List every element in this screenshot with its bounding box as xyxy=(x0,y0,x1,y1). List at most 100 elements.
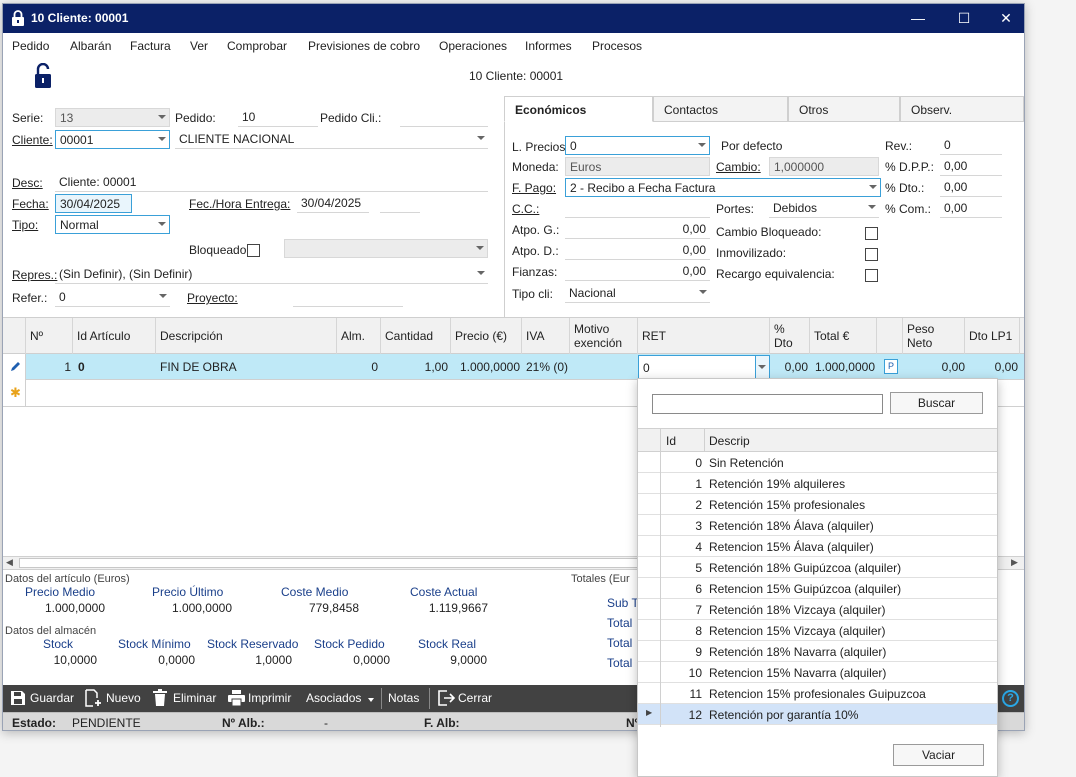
col-dto[interactable]: % Dto xyxy=(770,318,810,354)
menu-operaciones[interactable]: Operaciones xyxy=(439,39,507,53)
nuevo-button[interactable]: Nuevo xyxy=(83,689,143,709)
com-field[interactable]: 0,00 xyxy=(940,199,1002,218)
col-p[interactable] xyxy=(877,318,903,354)
serie-field[interactable]: 13 xyxy=(55,108,170,127)
minimize-button[interactable]: — xyxy=(903,8,933,28)
col-precio[interactable]: Precio (€) xyxy=(451,318,522,354)
repres-label[interactable]: Repres.: xyxy=(12,268,57,282)
col-motivo[interactable]: Motivo exención xyxy=(570,318,638,354)
atpog-field[interactable]: 0,00 xyxy=(565,220,710,239)
atpod-field[interactable]: 0,00 xyxy=(565,241,710,260)
close-button[interactable]: ✕ xyxy=(991,8,1021,28)
cerrar-button[interactable]: Cerrar xyxy=(437,689,497,709)
stock-reservado-value: 1,0000 xyxy=(255,653,292,667)
popup-col-id[interactable]: Id xyxy=(666,434,676,448)
list-item[interactable]: 11 Retencion 15% profesionales Guipuzcoa xyxy=(638,683,997,704)
dpp-field[interactable]: 0,00 xyxy=(940,157,1002,176)
list-item[interactable]: 9 Retención 18% Navarra (alquiler) xyxy=(638,641,997,662)
scrollbar-thumb[interactable] xyxy=(19,558,699,568)
cliente-code-field[interactable]: 00001 xyxy=(55,130,170,149)
entrega-time-field[interactable] xyxy=(380,194,420,213)
col-dto-lp1[interactable]: Dto LP1 xyxy=(965,318,1020,354)
lprecios-select[interactable]: 0 xyxy=(565,136,710,155)
menu-previsiones[interactable]: Previsiones de cobro xyxy=(308,39,420,53)
cell-p-button[interactable]: P xyxy=(884,359,898,374)
menu-ver[interactable]: Ver xyxy=(190,39,208,53)
ret-dropdown-button[interactable] xyxy=(755,356,769,378)
list-item[interactable]: 3 Retención 18% Álava (alquiler) xyxy=(638,515,997,536)
popup-search-input[interactable] xyxy=(652,394,883,414)
refer-field[interactable]: 0 xyxy=(55,288,170,307)
menu-albaran[interactable]: Albarán xyxy=(70,39,111,53)
cc-field[interactable] xyxy=(565,199,710,218)
tipocli-select[interactable]: Nacional xyxy=(565,284,710,303)
help-icon[interactable]: ? xyxy=(1002,690,1019,707)
rev-field[interactable]: 0 xyxy=(940,136,1002,155)
scroll-right-icon[interactable]: ▶ xyxy=(1011,557,1018,568)
col-id-articulo[interactable]: Id Artículo xyxy=(73,318,156,354)
notas-button[interactable]: Notas xyxy=(388,689,424,709)
col-descripcion[interactable]: Descripción xyxy=(156,318,337,354)
cliente-name-field[interactable]: CLIENTE NACIONAL xyxy=(175,130,488,149)
maximize-button[interactable]: ☐ xyxy=(949,8,979,28)
popup-col-desc[interactable]: Descrip xyxy=(709,434,750,448)
cc-label[interactable]: C.C.: xyxy=(512,202,539,216)
col-peso-neto[interactable]: Peso Neto xyxy=(903,318,965,354)
col-cantidad[interactable]: Cantidad xyxy=(381,318,451,354)
recargo-checkbox[interactable] xyxy=(865,269,878,282)
menu-comprobar[interactable]: Comprobar xyxy=(227,39,287,53)
menu-pedido[interactable]: Pedido xyxy=(12,39,49,53)
list-item[interactable]: 4 Retencion 15% Álava (alquiler) xyxy=(638,536,997,557)
fpago-select[interactable]: 2 - Recibo a Fecha Factura xyxy=(565,178,881,197)
pedido-cli-field[interactable] xyxy=(400,108,488,127)
buscar-button[interactable]: Buscar xyxy=(890,392,983,414)
tipo-select[interactable]: Normal xyxy=(55,215,170,234)
col-num[interactable]: Nº xyxy=(26,318,73,354)
list-item[interactable]: 5 Retención 18% Guipúzcoa (alquiler) xyxy=(638,557,997,578)
fpago-label[interactable]: F. Pago: xyxy=(512,181,556,195)
bloqueado-checkbox[interactable] xyxy=(247,244,260,257)
list-item[interactable]: 7 Retención 18% Vizcaya (alquiler) xyxy=(638,599,997,620)
table-row[interactable]: 1 0 FIN DE OBRA 0 1,00 1.000,0000 21% (0… xyxy=(3,354,1024,380)
list-item[interactable]: 8 Retencion 15% Vizcaya (alquiler) xyxy=(638,620,997,641)
col-iva[interactable]: IVA xyxy=(522,318,570,354)
list-item[interactable]: 0 Sin Retención xyxy=(638,452,997,473)
tab-otros[interactable]: Otros xyxy=(788,96,900,122)
menu-informes[interactable]: Informes xyxy=(525,39,572,53)
scroll-left-icon[interactable]: ◀ xyxy=(6,557,13,568)
ret-cell-editor[interactable]: 0 xyxy=(638,355,770,379)
tab-observ[interactable]: Observ. xyxy=(900,96,1024,122)
desc-field[interactable]: Cliente: 00001 xyxy=(55,173,488,192)
list-item[interactable]: 2 Retención 15% profesionales xyxy=(638,494,997,515)
col-total[interactable]: Total € xyxy=(810,318,877,354)
cliente-name-value: CLIENTE NACIONAL xyxy=(179,132,295,146)
guardar-button[interactable]: Guardar xyxy=(9,689,77,709)
tab-economicos[interactable]: Económicos xyxy=(504,96,653,122)
repres-field[interactable]: (Sin Definir), (Sin Definir) xyxy=(55,265,488,284)
tipocli-value: Nacional xyxy=(569,286,616,300)
list-item[interactable]: 6 Retencion 15% Guipúzcoa (alquiler) xyxy=(638,578,997,599)
dto-field[interactable]: 0,00 xyxy=(940,178,1002,197)
col-alm[interactable]: Alm. xyxy=(337,318,381,354)
eliminar-button[interactable]: Eliminar xyxy=(151,689,219,709)
asociados-dropdown[interactable]: Asociados xyxy=(306,689,376,709)
unlock-icon[interactable] xyxy=(34,63,52,89)
list-item[interactable]: 10 Retencion 15% Navarra (alquiler) xyxy=(638,662,997,683)
vaciar-button[interactable]: Vaciar xyxy=(893,744,984,766)
pedido-field[interactable]: 10 xyxy=(238,108,318,127)
cliente-label[interactable]: Cliente: xyxy=(12,133,53,147)
list-item[interactable]: 1 Retención 19% alquileres xyxy=(638,473,997,494)
proyecto-field[interactable] xyxy=(293,288,403,307)
portes-select[interactable]: Debidos xyxy=(769,199,879,218)
tab-contactos[interactable]: Contactos xyxy=(653,96,788,122)
cambio-bloqueado-checkbox[interactable] xyxy=(865,227,878,240)
fecha-field[interactable]: 30/04/2025 xyxy=(55,194,132,213)
col-ret[interactable]: RET xyxy=(638,318,770,354)
entrega-date-field[interactable]: 30/04/2025 xyxy=(297,194,369,213)
menu-procesos[interactable]: Procesos xyxy=(592,39,642,53)
inmovilizado-checkbox[interactable] xyxy=(865,248,878,261)
menu-factura[interactable]: Factura xyxy=(130,39,171,53)
imprimir-button[interactable]: Imprimir xyxy=(227,689,297,709)
fianzas-field[interactable]: 0,00 xyxy=(565,262,710,281)
list-item[interactable]: 12 Retención por garantía 10% xyxy=(638,704,997,725)
